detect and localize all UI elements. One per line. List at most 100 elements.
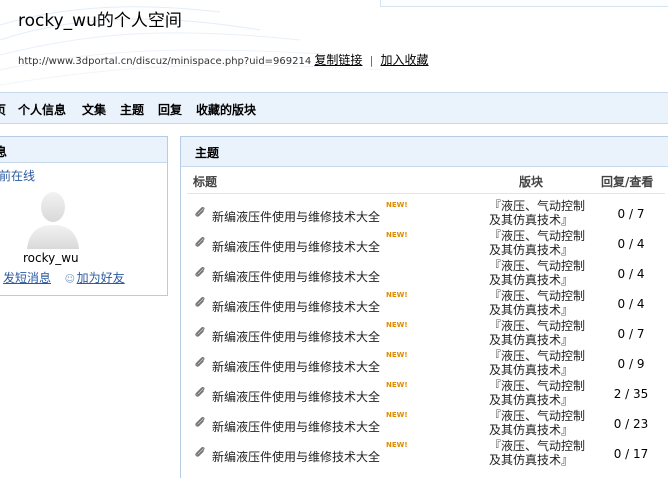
reply-view-count: 0 / 7 <box>617 327 645 341</box>
space-url-line: http://www.3dportal.cn/discuz/minispace.… <box>18 51 429 68</box>
topic-row: 新编液压件使用与维修技术大全 NEW! 『液压、气动控制 及其仿真技术』 0 / 4 <box>181 289 668 319</box>
header-divider <box>187 193 665 194</box>
paperclip-icon <box>193 415 207 429</box>
new-badge: NEW! <box>386 381 408 389</box>
topic-row: 新编液压件使用与维修技术大全 NEW! 『液压、气动控制 及其仿真技术』 2 / 35 <box>181 379 668 409</box>
forum-name-line-1: 『液压、气动控制 <box>489 439 586 453</box>
copy-link-button[interactable]: 复制链接 <box>314 53 362 67</box>
topic-forum-link[interactable]: 『液压、气动控制 及其仿真技术』 <box>489 439 589 467</box>
topic-forum-link[interactable]: 『液压、气动控制 及其仿真技术』 <box>489 409 589 437</box>
nav-item-home[interactable]: 页 <box>0 101 6 118</box>
topic-row: 新编液压件使用与维修技术大全 NEW! 『液压、气动控制 及其仿真技术』 0 / 23 <box>181 409 668 439</box>
topic-subject-link[interactable]: 新编液压件使用与维修技术大全 <box>212 238 380 255</box>
nav-item-replies[interactable]: 回复 <box>158 101 182 118</box>
topic-subject-link[interactable]: 新编液压件使用与维修技术大全 <box>212 418 380 435</box>
paperclip-icon <box>193 445 207 459</box>
topic-forum-link[interactable]: 『液压、气动控制 及其仿真技术』 <box>489 379 589 407</box>
topic-forum-link[interactable]: 『液压、气动控制 及其仿真技术』 <box>489 349 589 377</box>
add-friend-link[interactable]: 加为好友 <box>77 271 125 285</box>
forum-name-line-2: 及其仿真技术』 <box>489 453 574 467</box>
forum-name-line-2: 及其仿真技术』 <box>489 213 574 227</box>
column-stats-header: 回复/查看 <box>601 175 654 189</box>
paperclip-icon <box>193 295 207 309</box>
reply-view-count: 0 / 23 <box>613 417 649 431</box>
reply-view-count: 0 / 4 <box>617 297 645 311</box>
reply-view-count: 0 / 17 <box>613 447 649 461</box>
add-favorite-button[interactable]: 加入收藏 <box>381 53 429 67</box>
paperclip-icon <box>193 265 207 279</box>
forum-name-line-2: 及其仿真技术』 <box>489 243 574 257</box>
new-badge: NEW! <box>386 201 408 209</box>
reply-view-count: 2 / 35 <box>613 387 649 401</box>
topic-forum-link[interactable]: 『液压、气动控制 及其仿真技术』 <box>489 229 589 257</box>
user-actions: ✉发短消息 ☺加为好友 <box>0 269 125 286</box>
forum-name-line-2: 及其仿真技术』 <box>489 333 574 347</box>
reply-view-count: 0 / 7 <box>617 207 645 221</box>
new-badge: NEW! <box>386 321 408 329</box>
add-friend-icon: ☺ <box>64 274 76 285</box>
forum-name-line-2: 及其仿真技术』 <box>489 363 574 377</box>
reply-view-count: 0 / 9 <box>617 357 645 371</box>
forum-name-line-1: 『液压、气动控制 <box>489 409 586 423</box>
space-url: http://www.3dportal.cn/discuz/minispace.… <box>18 56 312 67</box>
paperclip-icon <box>193 325 207 339</box>
new-badge: NEW! <box>386 231 408 239</box>
topic-row: 新编液压件使用与维修技术大全 『液压、气动控制 及其仿真技术』 0 / 4 <box>181 259 668 289</box>
new-badge: NEW! <box>386 441 408 449</box>
reply-view-count: 0 / 4 <box>617 267 645 281</box>
forum-name-line-1: 『液压、气动控制 <box>489 289 586 303</box>
topic-subject-link[interactable]: 新编液压件使用与维修技术大全 <box>212 448 380 465</box>
topic-forum-link[interactable]: 『液压、气动控制 及其仿真技术』 <box>489 259 589 287</box>
nav-item-profile[interactable]: 个人信息 <box>18 101 66 118</box>
user-info-title: 息 <box>0 137 167 163</box>
default-avatar-icon[interactable] <box>21 187 85 249</box>
topic-forum-link[interactable]: 『液压、气动控制 及其仿真技术』 <box>489 199 589 227</box>
link-separator: | <box>369 54 374 67</box>
topic-subject-link[interactable]: 新编液压件使用与维修技术大全 <box>212 268 380 285</box>
forum-name-line-2: 及其仿真技术』 <box>489 273 574 287</box>
topic-subject-link[interactable]: 新编液压件使用与维修技术大全 <box>212 298 380 315</box>
header-top-box <box>380 0 668 7</box>
paperclip-icon <box>193 385 207 399</box>
forum-name-line-2: 及其仿真技术』 <box>489 393 574 407</box>
column-forum-header: 版块 <box>519 175 544 189</box>
topic-row: 新编液压件使用与维修技术大全 NEW! 『液压、气动控制 及其仿真技术』 0 / 7 <box>181 319 668 349</box>
topic-subject-link[interactable]: 新编液压件使用与维修技术大全 <box>212 388 380 405</box>
page-header: rocky_wu的个人空间 http://www.3dportal.cn/dis… <box>0 0 668 92</box>
forum-name-line-1: 『液压、气动控制 <box>489 349 586 363</box>
column-title-header: 标题 <box>193 175 218 189</box>
paperclip-icon <box>193 205 207 219</box>
nav-item-topics[interactable]: 主题 <box>120 101 144 118</box>
topic-row: 新编液压件使用与维修技术大全 NEW! 『液压、气动控制 及其仿真技术』 0 / 17 <box>181 439 668 469</box>
paperclip-icon <box>193 235 207 249</box>
online-status: 前在线 <box>0 169 36 183</box>
forum-name-line-1: 『液压、气动控制 <box>489 319 586 333</box>
forum-name-line-2: 及其仿真技术』 <box>489 303 574 317</box>
topic-forum-link[interactable]: 『液压、气动控制 及其仿真技术』 <box>489 289 589 317</box>
topic-subject-link[interactable]: 新编液压件使用与维修技术大全 <box>212 358 380 375</box>
topic-row: 新编液压件使用与维修技术大全 NEW! 『液压、气动控制 及其仿真技术』 0 / 7 <box>181 199 668 229</box>
topic-row: 新编液压件使用与维修技术大全 NEW! 『液压、气动控制 及其仿真技术』 0 / 4 <box>181 229 668 259</box>
new-badge: NEW! <box>386 351 408 359</box>
nav-item-articles[interactable]: 文集 <box>82 101 106 118</box>
topic-subject-link[interactable]: 新编液压件使用与维修技术大全 <box>212 208 380 225</box>
forum-name-line-1: 『液压、气动控制 <box>489 199 586 213</box>
topic-row: 新编液压件使用与维修技术大全 NEW! 『液压、气动控制 及其仿真技术』 0 / 9 <box>181 349 668 379</box>
page-title: rocky_wu的个人空间 <box>18 11 182 31</box>
user-info-panel: 息 前在线 rocky_wu ✉发短消息 ☺加为好友 <box>0 136 168 296</box>
topics-panel: 主题 标题 版块 回复/查看 新编液压件使用与维修技术大全 NEW! 『液压、气动控… <box>180 136 668 478</box>
forum-name-line-2: 及其仿真技术』 <box>489 423 574 437</box>
new-badge: NEW! <box>386 291 408 299</box>
topic-subject-link[interactable]: 新编液压件使用与维修技术大全 <box>212 328 380 345</box>
forum-name-line-1: 『液压、气动控制 <box>489 379 586 393</box>
send-message-link[interactable]: 发短消息 <box>3 271 51 285</box>
topic-forum-link[interactable]: 『液压、气动控制 及其仿真技术』 <box>489 319 589 347</box>
reply-view-count: 0 / 4 <box>617 237 645 251</box>
space-nav-bar: 页 个人信息 文集 主题 回复 收藏的版块 <box>0 92 668 124</box>
forum-name-line-1: 『液压、气动控制 <box>489 259 586 273</box>
nav-item-favorite-forums[interactable]: 收藏的版块 <box>196 101 256 118</box>
new-badge: NEW! <box>386 411 408 419</box>
forum-name-line-1: 『液压、气动控制 <box>489 229 586 243</box>
paperclip-icon <box>193 355 207 369</box>
username: rocky_wu <box>23 251 79 265</box>
